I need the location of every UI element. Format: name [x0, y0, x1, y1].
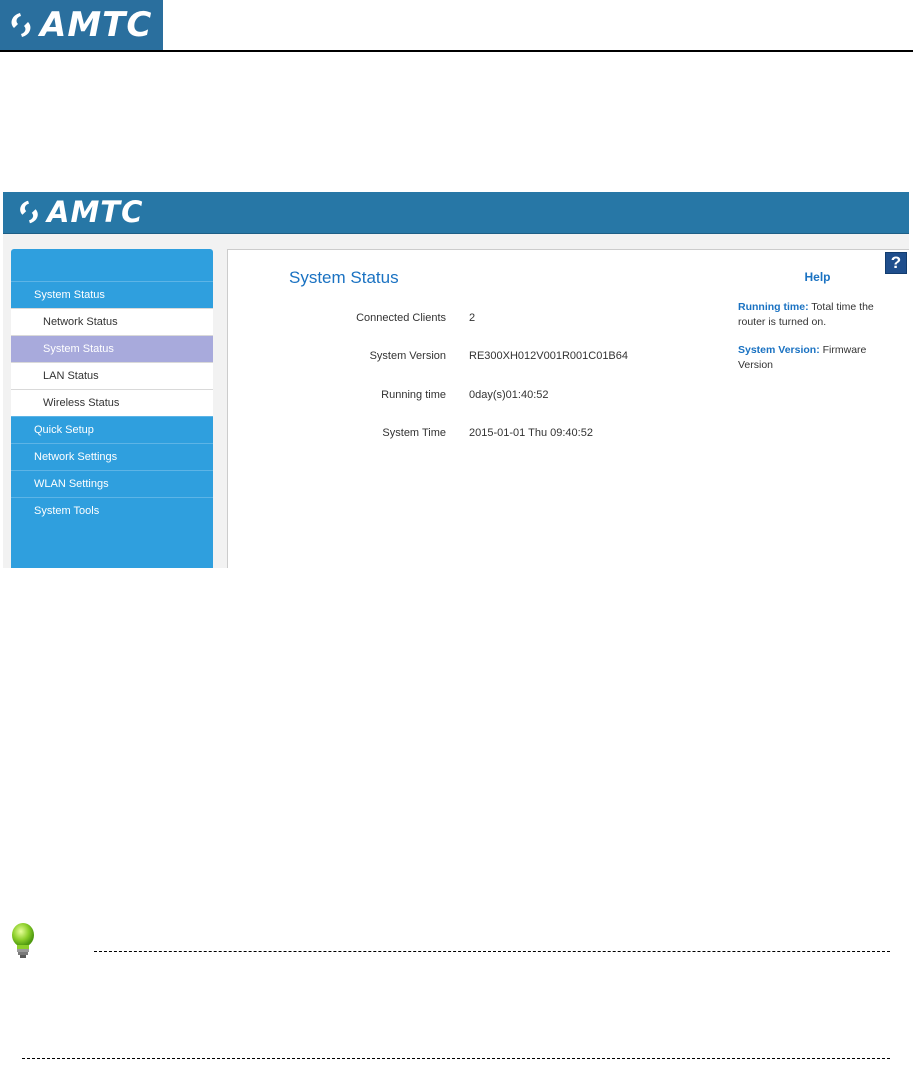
router-ui-screenshot: AMTC System Status Network Status System…: [3, 192, 909, 568]
document-header: AMTC: [0, 0, 913, 52]
sidebar-item-system-status[interactable]: System Status: [11, 281, 213, 308]
info-label: System Time: [382, 427, 446, 439]
info-value: 2: [469, 312, 476, 324]
sidebar-item-network-settings[interactable]: Network Settings: [11, 443, 213, 470]
sidebar-subitem-system-status[interactable]: System Status: [11, 335, 213, 362]
lightbulb-icon: [12, 923, 34, 958]
info-value: 2015-01-01 Thu 09:40:52: [469, 427, 593, 439]
note-bottom-divider: [22, 1058, 890, 1059]
help-panel: ? Help Running time: Total time the rout…: [726, 249, 909, 568]
sidebar-item-wlan-settings[interactable]: WLAN Settings: [11, 470, 213, 497]
amtc-swirl-logo-icon: [20, 200, 38, 224]
info-value: 0day(s)01:40:52: [469, 389, 549, 401]
app-logo-text: AMTC: [47, 195, 144, 229]
main-content: System Status Connected Clients 2 System…: [227, 249, 727, 568]
document-logo: AMTC: [0, 0, 163, 50]
info-label: Running time: [381, 389, 446, 401]
help-title: Help: [804, 270, 831, 284]
sidebar-subitem-wireless-status[interactable]: Wireless Status: [11, 389, 213, 416]
sidebar-header: [11, 249, 213, 281]
app-topbar: AMTC: [3, 192, 909, 234]
sidebar-subitem-lan-status[interactable]: LAN Status: [11, 362, 213, 389]
app-logo[interactable]: AMTC: [15, 195, 143, 229]
amtc-swirl-logo-icon: [11, 13, 31, 37]
help-term: Running time:: [738, 301, 809, 313]
info-label: System Version: [369, 350, 446, 362]
page-title: System Status: [289, 268, 399, 287]
sidebar-subitem-network-status[interactable]: Network Status: [11, 308, 213, 335]
header-rule: [0, 50, 913, 52]
help-item-running-time: Running time: Total time the router is t…: [738, 300, 898, 330]
info-value: RE300XH012V001R001C01B64: [469, 350, 629, 362]
sidebar-item-system-tools[interactable]: System Tools: [11, 497, 213, 524]
sidebar-item-quick-setup[interactable]: Quick Setup: [11, 416, 213, 443]
info-label: Connected Clients: [356, 312, 446, 324]
sidebar-nav: System Status Network Status System Stat…: [11, 249, 213, 568]
document-logo-text: AMTC: [40, 5, 153, 45]
help-term: System Version:: [738, 344, 820, 356]
note-top-divider: [94, 951, 890, 952]
help-item-system-version: System Version: Firmware Version: [738, 343, 898, 373]
